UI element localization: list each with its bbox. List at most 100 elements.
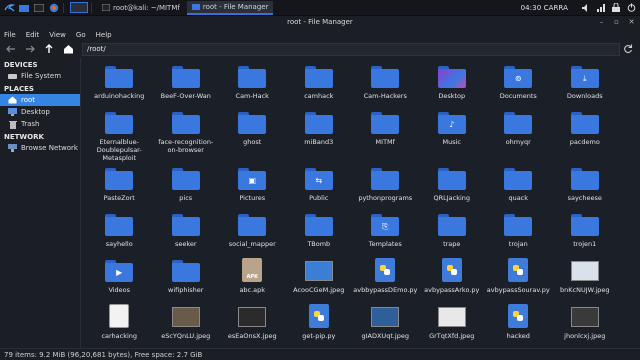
file-item[interactable]: QRLJacking <box>419 166 486 212</box>
close-icon[interactable]: ✕ <box>627 18 636 27</box>
window-title: root - File Manager <box>287 18 353 26</box>
volume-icon[interactable] <box>581 3 591 13</box>
file-item[interactable]: Cam-Hackers <box>352 64 419 110</box>
forward-button[interactable] <box>23 42 37 56</box>
file-item[interactable]: Desktop <box>419 64 486 110</box>
file-item[interactable]: arduinohacking <box>86 64 153 110</box>
file-item[interactable]: ▣ Pictures <box>219 166 286 212</box>
app-icon-files[interactable] <box>18 2 30 13</box>
file-item[interactable]: bnKcNUJW.jpeg <box>552 258 619 304</box>
file-item[interactable]: pythonprograms <box>352 166 419 212</box>
file-item[interactable]: quack <box>485 166 552 212</box>
taskbar-window-terminal[interactable]: root@kali: ~/MITMf <box>97 1 185 15</box>
file-item[interactable]: Cam-Hack <box>219 64 286 110</box>
lock-icon[interactable] <box>611 3 621 13</box>
maximize-icon[interactable]: ▫ <box>612 18 621 27</box>
minimize-icon[interactable]: – <box>597 18 606 27</box>
kali-menu-icon[interactable] <box>3 2 15 13</box>
file-item[interactable]: gIADXUqt.jpeg <box>352 304 419 344</box>
sidebar-item-file-system[interactable]: File System <box>0 70 80 82</box>
menu-edit[interactable]: Edit <box>26 31 40 39</box>
file-item[interactable]: trape <box>419 212 486 258</box>
workspace-switcher[interactable] <box>70 2 88 13</box>
file-item[interactable]: get-pip.py <box>286 304 353 344</box>
sidebar-item-root[interactable]: root <box>0 94 80 106</box>
menu-file[interactable]: File <box>4 31 16 39</box>
file-name-label: AcooCGeM.jpeg <box>293 286 345 294</box>
folder-icon <box>437 212 466 236</box>
file-item[interactable]: saycheese <box>552 166 619 212</box>
file-name-label: avbbypassDEmo.py <box>353 286 418 294</box>
python-file-icon <box>504 304 532 328</box>
back-button[interactable] <box>4 42 18 56</box>
file-item[interactable]: ⇆ Public <box>286 166 353 212</box>
menu-help[interactable]: Help <box>96 31 112 39</box>
sidebar-item-trash[interactable]: Trash <box>0 118 80 130</box>
file-item[interactable]: wifiphisher <box>153 258 220 304</box>
clock[interactable]: 04:30 CARRA <box>521 4 568 12</box>
file-name-label: Cam-Hack <box>235 92 269 100</box>
file-item[interactable]: BeeF-Over-Wan <box>153 64 220 110</box>
file-item[interactable]: trojen1 <box>552 212 619 258</box>
reload-icon[interactable] <box>622 43 634 55</box>
file-item[interactable]: miBand3 <box>286 110 353 166</box>
file-item[interactable]: social_mapper <box>219 212 286 258</box>
file-name-label: sayhello <box>105 240 133 248</box>
file-item[interactable]: PasteZort <box>86 166 153 212</box>
file-item[interactable]: Eternalblue-Doublepulsar-Metasploit <box>86 110 153 166</box>
file-item[interactable]: ⤓ Downloads <box>552 64 619 110</box>
file-item[interactable]: TBomb <box>286 212 353 258</box>
file-item[interactable]: seeker <box>153 212 220 258</box>
file-item[interactable]: ▶ Videos <box>86 258 153 304</box>
sidebar-item-desktop[interactable]: Desktop <box>0 106 80 118</box>
file-item[interactable]: camhack <box>286 64 353 110</box>
file-item[interactable]: hacked <box>485 304 552 344</box>
file-item[interactable]: GrTqtXfd.jpeg <box>419 304 486 344</box>
file-item[interactable]: jhonlcxj.jpeg <box>552 304 619 344</box>
taskbar-window-file-manager[interactable]: root - File Manager <box>186 0 274 15</box>
sidebar-item-browse-network[interactable]: Browse Network <box>0 142 80 154</box>
up-button[interactable] <box>42 42 56 56</box>
file-item[interactable]: eScYQnLU.jpeg <box>153 304 220 344</box>
app-icon-terminal[interactable] <box>33 2 45 13</box>
window-titlebar[interactable]: root - File Manager – ▫ ✕ <box>0 16 640 29</box>
folder-icon <box>105 212 134 236</box>
file-item[interactable]: MITMf <box>352 110 419 166</box>
file-item[interactable]: APK abc.apk <box>219 258 286 304</box>
file-item[interactable]: avbypassSourav.py <box>485 258 552 304</box>
image-thumbnail-icon <box>238 304 267 328</box>
folder-icon <box>304 64 333 88</box>
menu-go[interactable]: Go <box>76 31 86 39</box>
folder-icon: ⤓ <box>570 64 599 88</box>
file-view[interactable]: arduinohacking BeeF-Over-Wan Cam-Hack camha… <box>82 58 640 348</box>
home-button[interactable] <box>61 42 75 56</box>
file-item[interactable]: avbbypassDEmo.py <box>352 258 419 304</box>
network-status-icon[interactable] <box>596 3 606 13</box>
file-item[interactable]: pacdemo <box>552 110 619 166</box>
file-item[interactable]: trojan <box>485 212 552 258</box>
app-icon-browser[interactable] <box>48 2 60 13</box>
file-name-label: esEaOnsX.jpeg <box>227 332 277 340</box>
file-item[interactable]: AcooCGeM.jpeg <box>286 258 353 304</box>
file-item[interactable]: sayhello <box>86 212 153 258</box>
location-bar[interactable]: /root/ <box>82 42 620 56</box>
file-name-label: Desktop <box>438 92 466 100</box>
file-item[interactable]: avbypassArko.py <box>419 258 486 304</box>
file-item[interactable]: carhacking <box>86 304 153 344</box>
file-item[interactable]: esEaOnsX.jpeg <box>219 304 286 344</box>
menu-view[interactable]: View <box>49 31 66 39</box>
sidebar-header-network: NETWORK <box>4 133 44 141</box>
file-item[interactable]: face-recognition-on-browser <box>153 110 220 166</box>
file-item[interactable]: ♪ Music <box>419 110 486 166</box>
folder-icon <box>171 64 200 88</box>
file-item[interactable]: ghost <box>219 110 286 166</box>
file-name-label: Downloads <box>566 92 603 100</box>
sidebar-item-label: Trash <box>21 120 40 128</box>
power-icon[interactable] <box>626 3 636 13</box>
file-item[interactable]: ⊚ Documents <box>485 64 552 110</box>
file-item[interactable]: pics <box>153 166 220 212</box>
toolbar: /root/ <box>0 40 640 58</box>
folder-icon: ⎘ <box>371 212 400 236</box>
file-item[interactable]: ohmyqr <box>485 110 552 166</box>
file-item[interactable]: ⎘ Templates <box>352 212 419 258</box>
